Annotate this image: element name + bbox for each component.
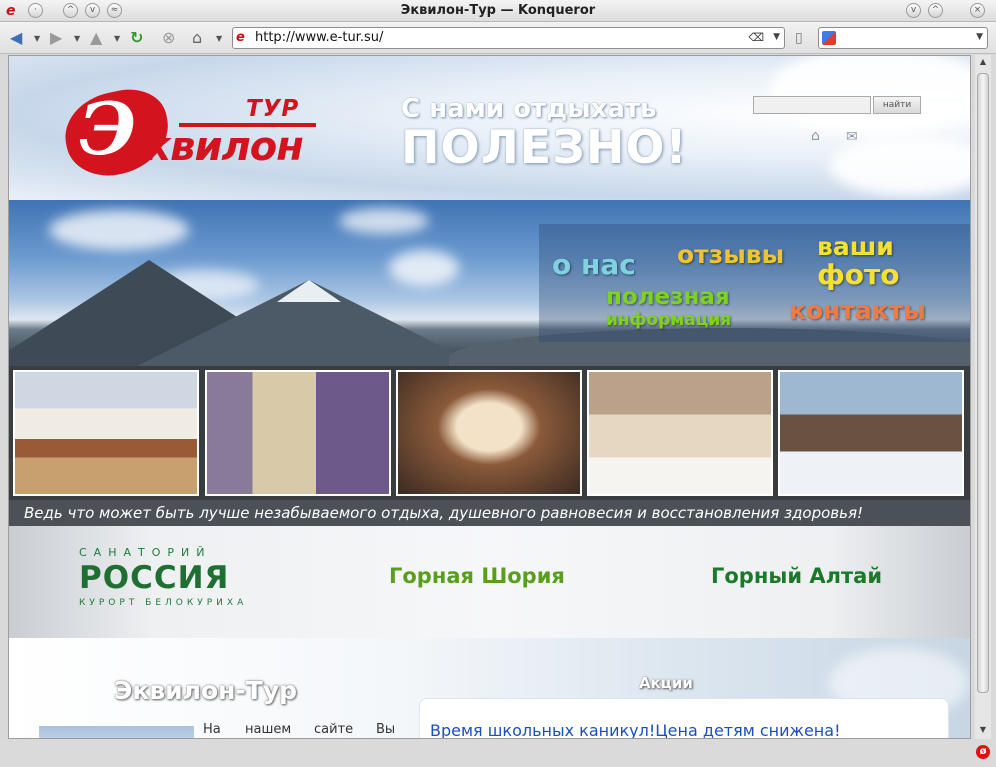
search-engine-icon[interactable] — [822, 31, 836, 45]
browser-toolbar: ◀ ▼ ▶ ▼ ▲ ▼ ↻ ⊗ ⌂ ▼ e http://www.e-tur.s… — [0, 22, 996, 54]
go-icon[interactable]: ▯ — [795, 28, 803, 48]
back-history-dropdown-icon[interactable]: ▼ — [34, 34, 40, 43]
site-search-input[interactable] — [753, 96, 871, 114]
up-dropdown-icon[interactable]: ▼ — [114, 34, 120, 43]
back-arrow-icon[interactable]: ◀ — [10, 28, 22, 48]
clear-url-icon[interactable]: ⌫ — [748, 31, 764, 44]
company-title: Эквилон-Тур — [114, 676, 298, 705]
vertical-scrollbar[interactable]: ▲ ▼ — [975, 55, 991, 739]
content-area: Эквилон-Тур На нашем сайте Вы Акции Врем… — [9, 638, 970, 738]
url-bar[interactable]: e http://www.e-tur.su/ ⌫ ▼ — [232, 27, 785, 49]
up-arrow-icon[interactable]: ▲ — [90, 28, 102, 48]
caption-text: Ведь что может быть лучше незабываемого … — [24, 504, 864, 522]
home-icon[interactable]: ⌂ — [811, 128, 820, 144]
mountain-snowcap — [277, 280, 341, 302]
partners-row: САНАТОРИЙ РОССИЯ КУРОРТ БЕЛОКУРИХА Горна… — [9, 526, 970, 638]
nav-photos-line2: фото — [817, 258, 900, 291]
close-button[interactable]: × — [970, 3, 985, 18]
slogan-line-2: ПОЛЕЗНО! — [401, 120, 688, 174]
minimize-button[interactable]: v — [906, 3, 921, 18]
hero-banner: о нас отзывы ваши фото полезная информац… — [9, 200, 970, 366]
site-search-button[interactable]: найти — [873, 96, 921, 114]
web-search-field[interactable]: ▼ — [818, 27, 988, 49]
nav-contacts[interactable]: контакты — [789, 296, 926, 325]
page-viewport[interactable]: Э ТУР квилон С нами отдыхать ПОЛЕЗНО! на… — [8, 55, 971, 739]
nav-photos-line1: ваши — [817, 232, 894, 261]
photo-thumbnail[interactable] — [587, 370, 773, 496]
search-dropdown-icon[interactable]: ▼ — [976, 32, 983, 42]
sanatorium-label: САНАТОРИЙ — [79, 546, 212, 559]
cloud — [49, 210, 189, 250]
url-text[interactable]: http://www.e-tur.su/ — [255, 30, 383, 45]
site-header: Э ТУР квилон С нами отдыхать ПОЛЕЗНО! на… — [9, 56, 970, 200]
security-status-icon[interactable]: ø — [976, 745, 990, 759]
intro-text-word: нашем — [245, 722, 292, 737]
maximize-button[interactable]: ^ — [928, 3, 943, 18]
stop-icon[interactable]: ⊗ — [162, 28, 175, 48]
intro-text-word: Вы — [376, 722, 396, 737]
window-titlebar: e · ^ v ≈ Эквилон-Тур — Konqueror v ^ × — [0, 0, 996, 22]
photo-thumbnail[interactable] — [205, 370, 391, 496]
scrollbar-thumb[interactable] — [977, 73, 989, 693]
sanatorium-sub: КУРОРТ БЕЛОКУРИХА — [79, 598, 248, 608]
sanatorium-name: РОССИЯ — [79, 560, 230, 596]
mail-icon[interactable]: ✉ — [846, 129, 858, 145]
promo-title: Акции — [639, 674, 693, 692]
home-icon[interactable]: ⌂ — [192, 28, 202, 48]
photo-thumbnail[interactable] — [778, 370, 964, 496]
logo-letter: Э — [79, 86, 137, 171]
link-gorny-altai[interactable]: Горный Алтай — [711, 564, 882, 588]
window-title: Эквилон-Тур — Konqueror — [400, 3, 596, 18]
photo-thumbnail[interactable] — [13, 370, 199, 496]
nav-reviews[interactable]: отзывы — [677, 240, 784, 269]
caption-bar: Ведь что может быть лучше незабываемого … — [9, 500, 970, 526]
status-bar: ø — [0, 740, 996, 767]
link-gornaya-shoria[interactable]: Горная Шория — [389, 564, 565, 588]
reload-icon[interactable]: ↻ — [130, 28, 143, 48]
photo-thumbnail[interactable] — [396, 370, 582, 496]
nav-about[interactable]: о нас — [552, 248, 636, 281]
cloud — [339, 208, 429, 234]
intro-image — [39, 726, 194, 738]
promo-box: Время школьных каникул!Цена детям снижен… — [419, 698, 949, 738]
site-favicon-icon: e — [236, 30, 245, 45]
scroll-down-icon[interactable]: ▼ — [977, 725, 989, 737]
logo-tur-text: ТУР — [246, 96, 300, 122]
promo-link[interactable]: Время школьных каникул!Цена детям снижен… — [430, 721, 840, 738]
forward-history-dropdown-icon[interactable]: ▼ — [74, 34, 80, 43]
nav-info-line2: информация — [606, 310, 732, 330]
url-history-dropdown-icon[interactable]: ▼ — [773, 32, 780, 42]
photo-strip — [9, 366, 970, 500]
nav-info-line1: полезная — [606, 284, 730, 310]
cloud — [829, 136, 970, 196]
home-dropdown-icon[interactable]: ▼ — [216, 34, 222, 43]
scroll-up-icon[interactable]: ▲ — [977, 57, 989, 69]
intro-text-word: На — [203, 722, 221, 737]
logo-name-text: квилон — [144, 124, 304, 170]
intro-text-word: сайте — [314, 722, 354, 737]
forward-arrow-icon[interactable]: ▶ — [50, 28, 62, 48]
